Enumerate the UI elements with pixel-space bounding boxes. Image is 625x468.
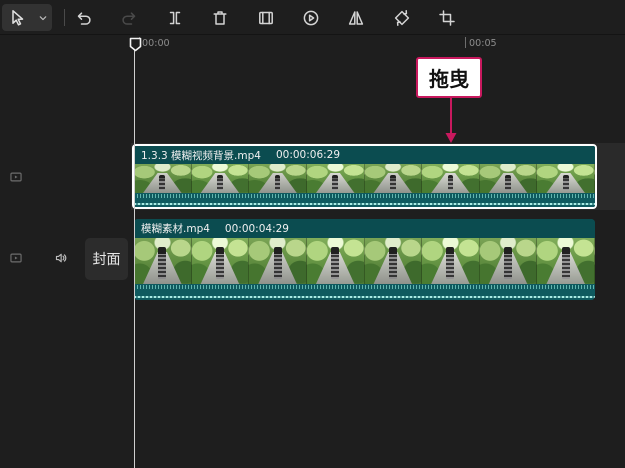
annotation-label: 拖曳 <box>429 67 469 91</box>
thumbnail-frame <box>479 238 538 284</box>
thumbnail-frame <box>364 238 423 284</box>
thumbnail-frame <box>479 164 538 193</box>
clip-overlay-video[interactable]: 1.3.3 模糊视频背景.mp4 00:00:06:29 <box>132 144 597 209</box>
toolbar-tools <box>66 0 465 35</box>
timeline-ruler[interactable]: 00:00 00:05 <box>131 36 625 52</box>
thumbnail-frame <box>422 238 480 284</box>
rotate-icon[interactable] <box>393 9 411 27</box>
split-icon[interactable] <box>166 9 184 27</box>
split-button[interactable] <box>157 4 193 32</box>
chevron-down-icon[interactable] <box>36 11 50 25</box>
rotate-button[interactable] <box>384 4 420 32</box>
thumbnail-frame <box>306 164 365 193</box>
reverse-icon[interactable] <box>302 9 320 27</box>
thumbnail-frame <box>537 164 595 193</box>
clip-name: 模糊素材.mp4 <box>141 223 210 235</box>
thumbnail-frame <box>422 164 480 193</box>
ruler-timecode: 00:05 <box>469 38 497 49</box>
thumbnail-frame <box>134 238 192 284</box>
thumbnail-frame <box>306 238 365 284</box>
cover-button-label: 封面 <box>92 252 121 268</box>
clip-audio-waveform <box>134 284 595 300</box>
redo-icon[interactable] <box>120 9 138 27</box>
annotation-arrow <box>444 98 458 144</box>
annotation-callout: 拖曳 <box>416 57 482 98</box>
speaker-icon[interactable] <box>54 251 68 265</box>
clip-thumbnails <box>134 164 595 193</box>
toolbar <box>0 0 625 35</box>
clip-duration: 00:00:04:29 <box>224 222 289 235</box>
reverse-button[interactable] <box>293 4 329 32</box>
toolbar-divider <box>64 9 65 26</box>
redo-button[interactable] <box>111 4 147 32</box>
clip-audio-waveform <box>134 193 595 207</box>
mirror-icon[interactable] <box>347 9 365 27</box>
thumbnail-frame <box>537 238 595 284</box>
mirror-button[interactable] <box>338 4 374 32</box>
ruler-tick <box>465 37 466 48</box>
freeze-frame-button[interactable] <box>248 4 284 32</box>
thumbnail-frame <box>191 164 250 193</box>
playhead-line[interactable] <box>134 50 135 468</box>
cursor-select-icon[interactable] <box>8 8 26 26</box>
delete-button[interactable] <box>202 4 238 32</box>
freeze-frame-icon[interactable] <box>257 9 275 27</box>
ruler-timecode: 00:00 <box>142 38 170 49</box>
playhead-handle[interactable] <box>129 37 142 52</box>
clip-main-video[interactable]: 模糊素材.mp4 00:00:04:29 <box>134 219 595 300</box>
thumbnail-frame <box>134 164 192 193</box>
clip-name: 1.3.3 模糊视频背景.mp4 <box>141 149 261 162</box>
clip-thumbnails <box>134 238 595 284</box>
video-track-icon[interactable] <box>9 251 23 265</box>
thumbnail-frame <box>364 164 423 193</box>
delete-icon[interactable] <box>211 9 229 27</box>
crop-button[interactable] <box>429 4 465 32</box>
clip-duration: 00:00:06:29 <box>275 149 341 161</box>
video-track-icon[interactable] <box>9 170 23 184</box>
cover-button[interactable]: 封面 <box>85 238 128 280</box>
thumbnail-frame <box>191 238 250 284</box>
thumbnail-frame <box>249 164 307 193</box>
clip-header: 模糊素材.mp4 00:00:04:29 <box>134 219 595 238</box>
undo-button[interactable] <box>66 4 102 32</box>
clip-header: 1.3.3 模糊视频背景.mp4 00:00:06:29 <box>134 146 595 164</box>
select-tool-button[interactable] <box>2 4 52 31</box>
undo-icon[interactable] <box>75 9 93 27</box>
thumbnail-frame <box>249 238 307 284</box>
crop-icon[interactable] <box>438 9 456 27</box>
